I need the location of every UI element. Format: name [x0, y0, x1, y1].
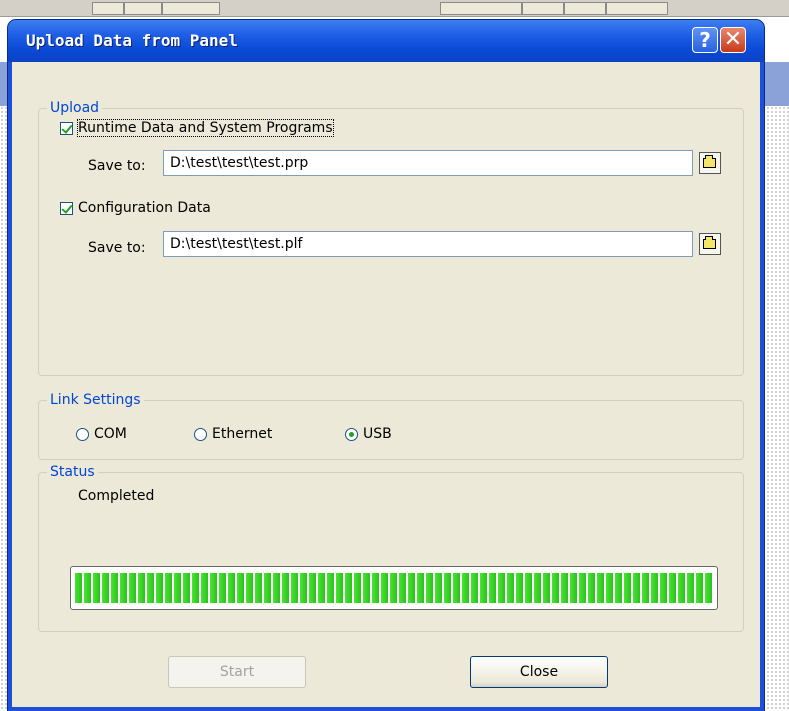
- com-label[interactable]: COM: [94, 426, 127, 442]
- configuration-data-checkbox[interactable]: [60, 201, 73, 215]
- runtime-browse-button[interactable]: [699, 152, 721, 174]
- configuration-data-label[interactable]: Configuration Data: [78, 200, 211, 216]
- checkmark-icon: [61, 121, 73, 134]
- link-option-ethernet[interactable]: Ethernet: [194, 426, 272, 442]
- runtime-data-checkbox[interactable]: [60, 121, 73, 135]
- usb-radio[interactable]: [345, 427, 358, 441]
- dialog-title-bar[interactable]: Upload Data from Panel ? ✕: [8, 20, 764, 62]
- com-radio[interactable]: [76, 427, 89, 441]
- link-option-usb[interactable]: USB: [345, 426, 392, 442]
- ethernet-radio[interactable]: [194, 427, 207, 441]
- status-legend: Status: [47, 463, 98, 481]
- runtime-data-label[interactable]: Runtime Data and System Programs: [77, 119, 334, 137]
- config-browse-button[interactable]: [699, 233, 721, 255]
- close-button[interactable]: Close: [470, 656, 608, 688]
- close-icon: ✕: [723, 27, 743, 52]
- upload-dialog: Upload Data from Panel ? ✕ Upload Runtim…: [8, 20, 764, 711]
- usb-label[interactable]: USB: [363, 426, 392, 442]
- background-toolbar-segment: [564, 2, 606, 15]
- background-toolbar-segment: [124, 2, 162, 15]
- runtime-path-field[interactable]: D:\test\test\test.prp: [163, 150, 693, 176]
- ethernet-label[interactable]: Ethernet: [212, 426, 272, 442]
- runtime-save-to-label: Save to:: [88, 158, 146, 174]
- checkmark-icon: [61, 201, 73, 214]
- background-toolbar-segment: [440, 2, 522, 15]
- radio-selected-dot: [349, 431, 354, 437]
- background-grid-right: [766, 106, 789, 711]
- dialog-title: Upload Data from Panel: [26, 31, 238, 50]
- background-toolbar-segment: [92, 2, 124, 15]
- config-save-to-label: Save to:: [88, 240, 146, 256]
- background-toolbar: [0, 0, 789, 17]
- background-toolbar-segment: [522, 2, 564, 15]
- configuration-data-option[interactable]: Configuration Data: [60, 200, 211, 216]
- title-close-button[interactable]: ✕: [720, 27, 746, 53]
- progress-fill: [75, 573, 713, 603]
- runtime-data-option[interactable]: Runtime Data and System Programs: [60, 119, 334, 137]
- help-button[interactable]: ?: [692, 27, 718, 53]
- open-folder-icon: [703, 236, 716, 249]
- background-toolbar-segment: [162, 2, 220, 15]
- dialog-client-area: Upload Runtime Data and System Programs …: [12, 62, 760, 707]
- upload-group-legend: Upload: [47, 99, 103, 117]
- link-option-com[interactable]: COM: [76, 426, 127, 442]
- upload-progress-bar: [70, 566, 718, 610]
- help-icon: ?: [699, 28, 711, 52]
- background-toolbar-segment: [606, 2, 668, 15]
- status-text: Completed: [78, 488, 155, 504]
- config-path-field[interactable]: D:\test\test\test.plf: [163, 231, 693, 257]
- start-button[interactable]: Start: [168, 656, 306, 688]
- link-settings-legend: Link Settings: [47, 391, 144, 409]
- open-folder-icon: [703, 155, 716, 168]
